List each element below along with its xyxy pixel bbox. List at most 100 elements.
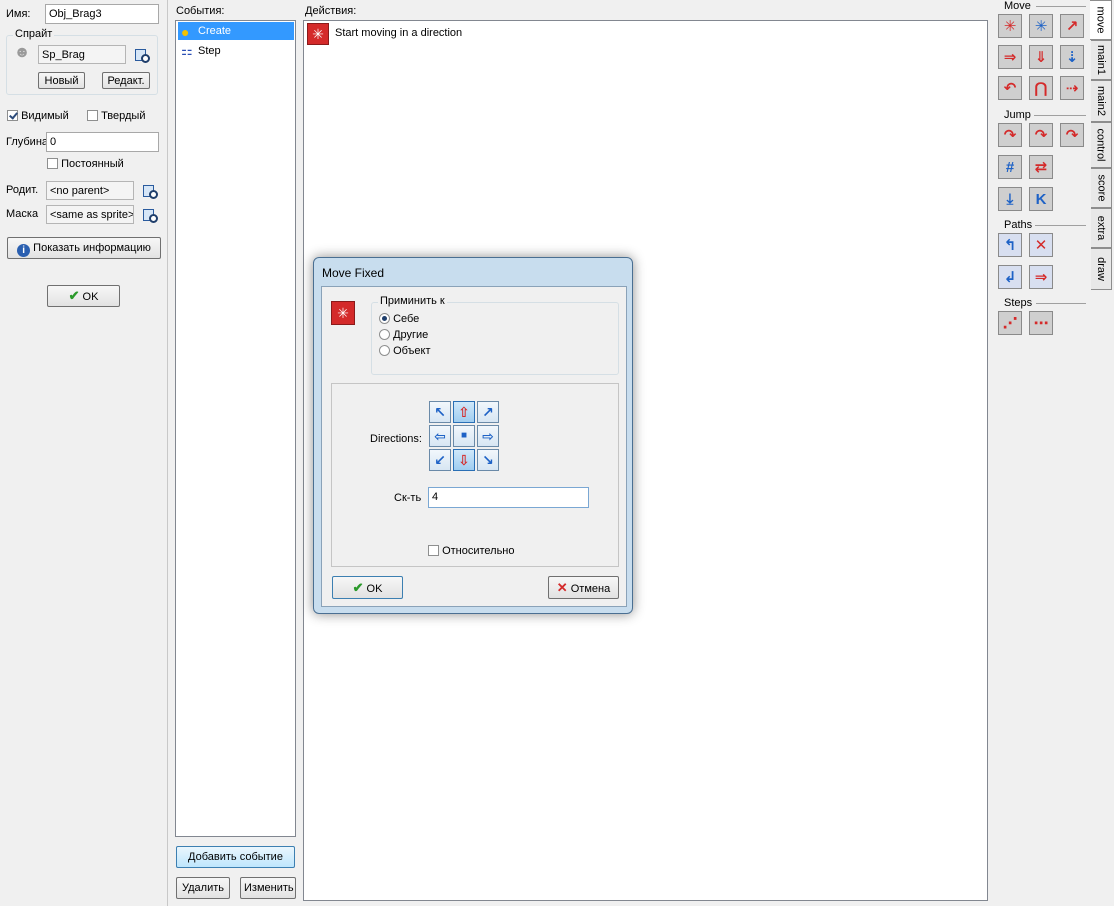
dialog-cancel-button[interactable]: ✕ Отмена xyxy=(548,576,619,599)
gravity-icon[interactable]: ⇣ xyxy=(1060,45,1084,69)
speed-input[interactable]: 4 xyxy=(428,487,589,508)
direction-stop-icon[interactable]: ■ xyxy=(453,425,475,447)
apply-object-radio-icon[interactable] xyxy=(379,345,390,356)
show-info-button[interactable]: i Показать информацию xyxy=(7,237,161,259)
dialog-cancel-label: Отмена xyxy=(570,583,611,595)
jump-to-position-icon[interactable]: ↷ xyxy=(998,123,1022,147)
move-fixed-dialog-icon: ✳ xyxy=(331,301,355,325)
delete-event-button[interactable]: Удалить xyxy=(176,877,230,899)
relative-check-icon[interactable] xyxy=(428,545,439,556)
action-item[interactable]: ✳ Start moving in a direction xyxy=(306,22,986,46)
step-icon: ⚏ xyxy=(181,43,193,58)
step-avoiding-icon[interactable]: ⋯ xyxy=(1029,311,1053,335)
dialog-ok-check-icon: ✔ xyxy=(352,580,364,595)
section-jump-title: Jump xyxy=(1004,109,1031,121)
step-towards-icon[interactable]: ⋰ xyxy=(998,311,1022,335)
tab-move[interactable]: move xyxy=(1090,0,1112,40)
depth-input[interactable]: 0 xyxy=(46,132,159,152)
direction-up-icon[interactable]: ⇧ xyxy=(453,401,475,423)
section-steps-title: Steps xyxy=(1004,297,1033,309)
path-speed-icon[interactable]: ⇒ xyxy=(1029,265,1053,289)
mask-select-icon[interactable] xyxy=(142,208,158,223)
arguments-panel: Directions: ↖ ⇧ ↗ ⇦ ■ ⇨ ↙ ⇩ ↘ Ск-ть 4 От… xyxy=(331,383,619,567)
change-event-button[interactable]: Изменить xyxy=(240,877,296,899)
event-create[interactable]: ● Create xyxy=(178,22,294,40)
move-fixed-palette-icon[interactable]: ✳ xyxy=(998,14,1022,38)
direction-left-icon[interactable]: ⇦ xyxy=(429,425,451,447)
tab-score[interactable]: score xyxy=(1091,168,1112,208)
wrap-screen-icon[interactable]: ⇄ xyxy=(1029,155,1053,179)
jump-to-start-icon[interactable]: ↷ xyxy=(1029,123,1053,147)
path-position-icon[interactable]: ↲ xyxy=(998,265,1022,289)
apply-other-radio[interactable]: Другие xyxy=(379,329,428,341)
section-jump-line xyxy=(1034,115,1086,116)
relative-label: Относительно xyxy=(442,545,515,557)
solid-checkbox[interactable]: Твердый xyxy=(87,110,145,122)
jump-to-random-icon[interactable]: ↷ xyxy=(1060,123,1084,147)
speed-vertical-icon[interactable]: ⇓ xyxy=(1029,45,1053,69)
move-free-palette-icon[interactable]: ✳ xyxy=(1029,14,1053,38)
tab-extra[interactable]: extra xyxy=(1091,208,1112,248)
reverse-horizontal-icon[interactable]: ↶ xyxy=(998,76,1022,100)
show-info-label: Показать информацию xyxy=(33,242,151,254)
event-step[interactable]: ⚏ Step xyxy=(178,42,294,60)
events-list[interactable]: ● Create ⚏ Step xyxy=(175,20,296,837)
edit-sprite-button[interactable]: Редакт. xyxy=(102,72,150,89)
section-move-title: Move xyxy=(1004,0,1031,12)
visible-checkbox[interactable]: Видимый xyxy=(7,110,69,122)
direction-down-icon[interactable]: ⇩ xyxy=(453,449,475,471)
set-path-icon[interactable]: ↰ xyxy=(998,233,1022,257)
check-icon: ✔ xyxy=(68,288,80,303)
sprite-input[interactable]: Sp_Brag xyxy=(38,45,126,64)
direction-right-icon[interactable]: ⇨ xyxy=(477,425,499,447)
actions-title: Действия: xyxy=(305,5,357,17)
persistent-check-icon[interactable] xyxy=(47,158,58,169)
align-to-grid-icon[interactable]: # xyxy=(998,155,1022,179)
bounce-icon[interactable]: K xyxy=(1029,187,1053,211)
dialog-ok-button[interactable]: ✔ OK xyxy=(332,576,403,599)
relative-checkbox[interactable]: Относительно xyxy=(428,545,515,557)
events-title: События: xyxy=(176,5,225,17)
visible-check-icon[interactable] xyxy=(7,110,18,121)
apply-object-radio[interactable]: Объект xyxy=(379,345,431,357)
speed-horizontal-icon[interactable]: ⇒ xyxy=(998,45,1022,69)
name-input[interactable]: Obj_Brag3 xyxy=(45,4,159,24)
name-label: Имя: xyxy=(6,8,31,20)
event-create-label: Create xyxy=(198,25,232,37)
apply-self-radio-icon[interactable] xyxy=(379,313,390,324)
parent-input[interactable]: <no parent> xyxy=(46,181,134,200)
direction-down-right-icon[interactable]: ↘ xyxy=(477,449,499,471)
sprite-select-icon[interactable] xyxy=(134,48,150,63)
apply-other-radio-icon[interactable] xyxy=(379,329,390,340)
apply-object-label: Объект xyxy=(393,345,431,357)
persistent-checkbox[interactable]: Постоянный xyxy=(47,158,124,170)
ok-button[interactable]: ✔ OK xyxy=(47,285,120,307)
solid-check-icon[interactable] xyxy=(87,110,98,121)
dialog-body: ✳ Приминить к Себе Другие Объект Directi… xyxy=(321,286,627,607)
new-sprite-button[interactable]: Новый xyxy=(38,72,85,89)
tab-control[interactable]: control xyxy=(1091,122,1112,168)
move-towards-icon[interactable]: ↗ xyxy=(1060,14,1084,38)
reverse-vertical-icon[interactable]: ⋂ xyxy=(1029,76,1053,100)
section-paths-title: Paths xyxy=(1004,219,1033,231)
add-event-button[interactable]: Добавить событие xyxy=(176,846,295,868)
friction-icon[interactable]: ⇢ xyxy=(1060,76,1084,100)
move-to-contact-icon[interactable]: ⤓ xyxy=(998,187,1022,211)
parent-select-icon[interactable] xyxy=(142,184,158,199)
apply-self-radio[interactable]: Себе xyxy=(379,313,419,325)
speed-label: Ск-ть xyxy=(394,492,422,504)
mask-input[interactable]: <same as sprite> xyxy=(46,205,134,224)
end-path-icon[interactable]: ✕ xyxy=(1029,233,1053,257)
panel-divider xyxy=(167,0,168,906)
cancel-x-icon: ✕ xyxy=(556,580,568,595)
tab-draw[interactable]: draw xyxy=(1091,248,1112,290)
direction-down-left-icon[interactable]: ↙ xyxy=(429,449,451,471)
sprite-group-caption: Спрайт xyxy=(13,28,55,40)
tab-main2[interactable]: main2 xyxy=(1091,80,1112,122)
apply-to-caption: Приминить к xyxy=(378,295,447,307)
lightbulb-icon: ● xyxy=(181,24,190,40)
tab-main1[interactable]: main1 xyxy=(1091,40,1112,80)
directions-label: Directions: xyxy=(370,433,422,445)
direction-up-left-icon[interactable]: ↖ xyxy=(429,401,451,423)
direction-up-right-icon[interactable]: ↗ xyxy=(477,401,499,423)
